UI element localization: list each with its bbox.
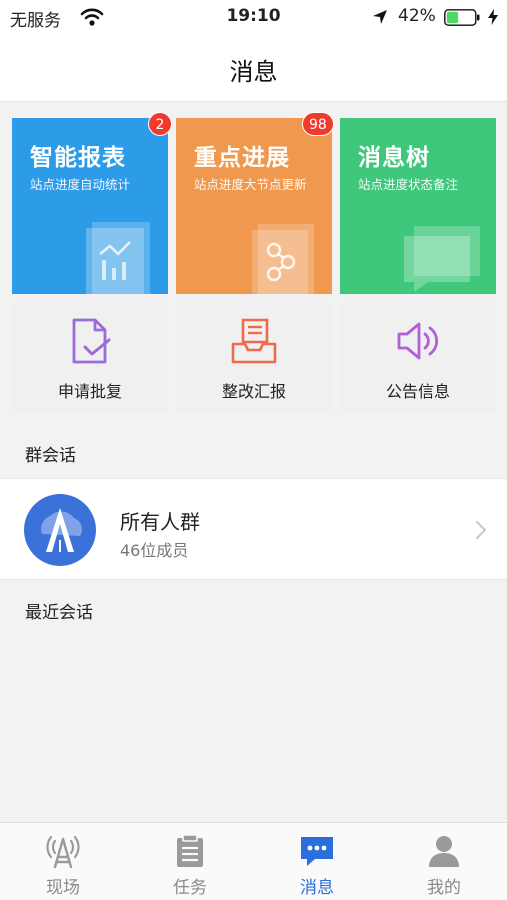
tab-label: 消息 xyxy=(300,878,334,898)
tile-subtitle: 站点进度自动统计 xyxy=(30,177,131,192)
chat-bubble-icon xyxy=(404,226,480,292)
tile-key-progress[interactable]: 重点进展 站点进度大节点更新 xyxy=(176,118,332,294)
tile-subtitle: 站点进度状态备注 xyxy=(358,177,459,192)
speaker-icon xyxy=(397,322,439,360)
action-label: 公告信息 xyxy=(385,382,450,401)
recent-section-header: 最近会话 xyxy=(25,603,93,623)
flow-node-icon xyxy=(252,224,314,294)
tile-message-tree[interactable]: 消息树 站点进度状态备注 xyxy=(340,118,496,294)
tab-bar: 现场 任务 消息 我的 xyxy=(0,822,507,900)
chart-icon xyxy=(86,222,150,294)
tab-label: 现场 xyxy=(46,878,80,898)
charging-icon xyxy=(488,9,498,25)
action-rectify-report[interactable]: 整改汇报 xyxy=(176,302,332,412)
action-label: 整改汇报 xyxy=(221,382,286,401)
group-section-header: 群会话 xyxy=(25,446,76,466)
clipboard-icon xyxy=(177,834,203,867)
tile-badge: 98 xyxy=(302,112,334,136)
tab-label: 任务 xyxy=(173,878,207,898)
status-bar: 无服务 19:10 42% xyxy=(0,0,507,34)
nav-bar: 消息 xyxy=(0,34,507,102)
tile-title: 智能报表 xyxy=(30,145,126,171)
tile-title: 重点进展 xyxy=(194,145,290,171)
message-icon xyxy=(301,837,333,866)
page-title: 消息 xyxy=(229,58,278,86)
location-arrow-icon xyxy=(373,10,387,24)
chevron-right-icon xyxy=(476,521,486,539)
battery-icon xyxy=(444,9,480,26)
tab-label: 我的 xyxy=(427,878,461,898)
report-tray-icon xyxy=(231,318,277,364)
tile-title: 消息树 xyxy=(358,145,430,171)
tab-message[interactable]: 消息 xyxy=(254,823,380,900)
person-icon xyxy=(429,836,459,867)
tile-subtitle: 站点进度大节点更新 xyxy=(194,177,307,192)
road-tower-avatar-icon xyxy=(24,494,96,566)
tab-mine[interactable]: 我的 xyxy=(381,823,507,900)
document-check-icon xyxy=(72,318,111,364)
action-label: 申请批复 xyxy=(57,382,122,401)
tile-smart-report[interactable]: 智能报表 站点进度自动统计 xyxy=(12,118,168,294)
tab-site[interactable]: 现场 xyxy=(0,823,126,900)
action-apply-approval[interactable]: 申请批复 xyxy=(12,302,168,412)
tab-task[interactable]: 任务 xyxy=(127,823,253,900)
tower-icon xyxy=(46,835,80,869)
tile-badge: 2 xyxy=(148,112,172,136)
group-member-count: 46位成员 xyxy=(120,541,189,560)
group-name: 所有人群 xyxy=(120,510,200,534)
group-chat-row[interactable]: 所有人群 46位成员 xyxy=(0,478,507,580)
action-announcement[interactable]: 公告信息 xyxy=(340,302,496,412)
battery-percent: 42% xyxy=(398,6,436,26)
